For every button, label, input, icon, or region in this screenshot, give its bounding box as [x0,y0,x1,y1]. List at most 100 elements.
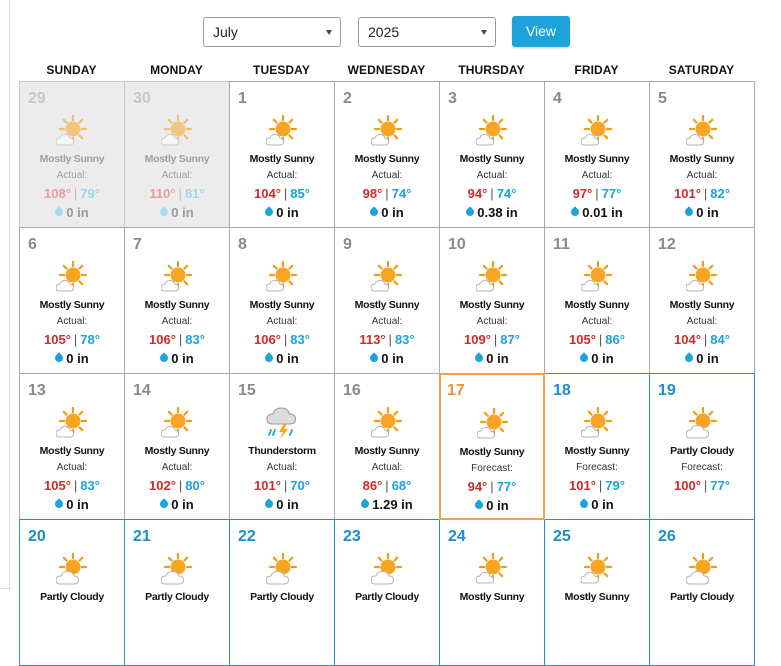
day-number: 3 [448,90,457,107]
data-kind-label: Actual: [56,316,88,327]
low-temp: 83° [290,332,310,347]
day-number: 17 [447,382,465,399]
data-kind-label: Actual: [476,316,508,327]
low-temp: 83° [185,332,205,347]
day-cell[interactable]: 29 Mostly Sunny Actual: 108° | 79° 0 in [19,81,125,228]
weekday-label: FRIDAY [574,63,619,77]
day-number: 25 [553,528,571,545]
precip-amount: 1.29 in [372,497,413,512]
day-cell[interactable]: 30 Mostly Sunny Actual: 110° | 81° 0 in [124,81,230,228]
day-cell[interactable]: 21 Partly Cloudy [124,519,230,666]
data-kind-label: Actual: [371,462,403,473]
high-temp: 106° [254,332,281,347]
day-cell[interactable]: 24 Mostly Sunny [439,519,545,666]
temperature-range: 98° | 74° [335,186,439,201]
mostly-sunny-icon [160,406,195,440]
low-temp: 84° [710,332,730,347]
weather-condition: Mostly Sunny [39,299,105,311]
day-number: 21 [133,528,151,545]
month-select[interactable]: July [203,16,341,47]
date-controls: July 2025 View [203,16,570,47]
precip-amount: 0 in [276,351,299,366]
day-cell[interactable]: 22 Partly Cloudy [229,519,335,666]
weather-condition: Mostly Sunny [564,591,630,603]
weather-condition: Thunderstorm [248,445,316,457]
day-cell[interactable]: 18 Mostly Sunny Forecast: 101° | 79° 0 in [544,373,650,520]
temp-separator: | [283,478,288,493]
precipitation: 0 in [125,497,229,512]
day-cell[interactable]: 6 Mostly Sunny Actual: 105° | 78° 0 in [19,227,125,374]
temperature-range: 86° | 68° [335,478,439,493]
precipitation: 0 in [650,351,754,366]
precipitation: 0 in [230,497,334,512]
day-cell[interactable]: 8 Mostly Sunny Actual: 106° | 83° 0 in [229,227,335,374]
precipitation: 0 in [20,351,124,366]
day-cell[interactable]: 2 Mostly Sunny Actual: 98° | 74° 0 in [334,81,440,228]
precip-amount: 0 in [66,497,89,512]
day-number: 13 [28,382,46,399]
day-cell[interactable]: 17 Mostly Sunny Forecast: 94° | 77° 0 in [439,373,545,520]
weather-condition: Partly Cloudy [355,591,419,603]
data-kind-label: Actual: [161,170,193,181]
weather-condition: Mostly Sunny [249,299,315,311]
day-cell[interactable]: 11 Mostly Sunny Actual: 105° | 86° 0 in [544,227,650,374]
low-temp: 80° [185,478,205,493]
day-cell[interactable]: 25 Mostly Sunny [544,519,650,666]
weather-condition: Mostly Sunny [669,299,735,311]
precipitation: 0 in [335,351,439,366]
precip-amount: 0 in [171,497,194,512]
day-cell[interactable]: 9 Mostly Sunny Actual: 113° | 83° 0 in [334,227,440,374]
day-cell[interactable]: 3 Mostly Sunny Actual: 94° | 74° 0.38 in [439,81,545,228]
weather-condition: Mostly Sunny [564,153,630,165]
day-cell[interactable]: 7 Mostly Sunny Actual: 106° | 83° 0 in [124,227,230,374]
data-kind-label: Actual: [266,462,298,473]
temperature-range: 97° | 77° [545,186,649,201]
day-cell[interactable]: 19 Partly Cloudy Forecast: 100° | 77° [649,373,755,520]
day-cell[interactable]: 4 Mostly Sunny Actual: 97° | 77° 0.01 in [544,81,650,228]
day-cell[interactable]: 26 Partly Cloudy [649,519,755,666]
mostly-sunny-icon [685,260,720,294]
high-temp: 105° [44,478,71,493]
temperature-range: 94° | 74° [440,186,544,201]
temp-separator: | [73,186,78,201]
raindrop-icon [569,206,581,218]
mostly-sunny-icon [160,260,195,294]
data-kind-label: Actual: [371,316,403,327]
day-cell[interactable]: 20 Partly Cloudy [19,519,125,666]
day-number: 2 [343,90,352,107]
high-temp: 105° [569,332,596,347]
day-number: 14 [133,382,151,399]
mostly-sunny-icon [55,114,90,148]
weather-condition: Mostly Sunny [354,299,420,311]
partly-cloudy-icon [685,552,720,586]
day-cell[interactable]: 10 Mostly Sunny Actual: 109° | 87° 0 in [439,227,545,374]
raindrop-icon [158,498,170,510]
low-temp: 68° [391,478,412,493]
temp-separator: | [73,332,78,347]
temperature-range: 108° | 79° [20,186,124,201]
day-cell[interactable]: 16 Mostly Sunny Actual: 86° | 68° 1.29 in [334,373,440,520]
weather-condition: Partly Cloudy [40,591,104,603]
day-cell[interactable]: 12 Mostly Sunny Actual: 104° | 84° 0 in [649,227,755,374]
raindrop-icon [53,498,65,510]
high-temp: 104° [254,186,281,201]
day-cell[interactable]: 14 Mostly Sunny Actual: 102° | 80° 0 in [124,373,230,520]
day-cell[interactable]: 15 Thunderstorm Actual: 101° | 70° 0 in [229,373,335,520]
day-cell[interactable]: 1 Mostly Sunny Actual: 104° | 85° 0 in [229,81,335,228]
data-kind-label: Actual: [161,316,193,327]
day-cell[interactable]: 5 Mostly Sunny Actual: 101° | 82° 0 in [649,81,755,228]
data-kind-label: Actual: [686,316,718,327]
view-button[interactable]: View [512,16,570,47]
day-cell[interactable]: 23 Partly Cloudy [334,519,440,666]
weekday-label: SUNDAY [46,63,97,77]
day-number: 9 [343,236,352,253]
day-number: 1 [238,90,247,107]
precipitation: 0.01 in [545,205,649,220]
year-select[interactable]: 2025 [358,16,496,47]
temperature-range: 101° | 82° [650,186,754,201]
data-kind-label: Actual: [581,316,613,327]
day-cell[interactable]: 13 Mostly Sunny Actual: 105° | 83° 0 in [19,373,125,520]
page-left-border [9,0,10,590]
weather-condition: Partly Cloudy [670,445,734,457]
day-number: 16 [343,382,361,399]
